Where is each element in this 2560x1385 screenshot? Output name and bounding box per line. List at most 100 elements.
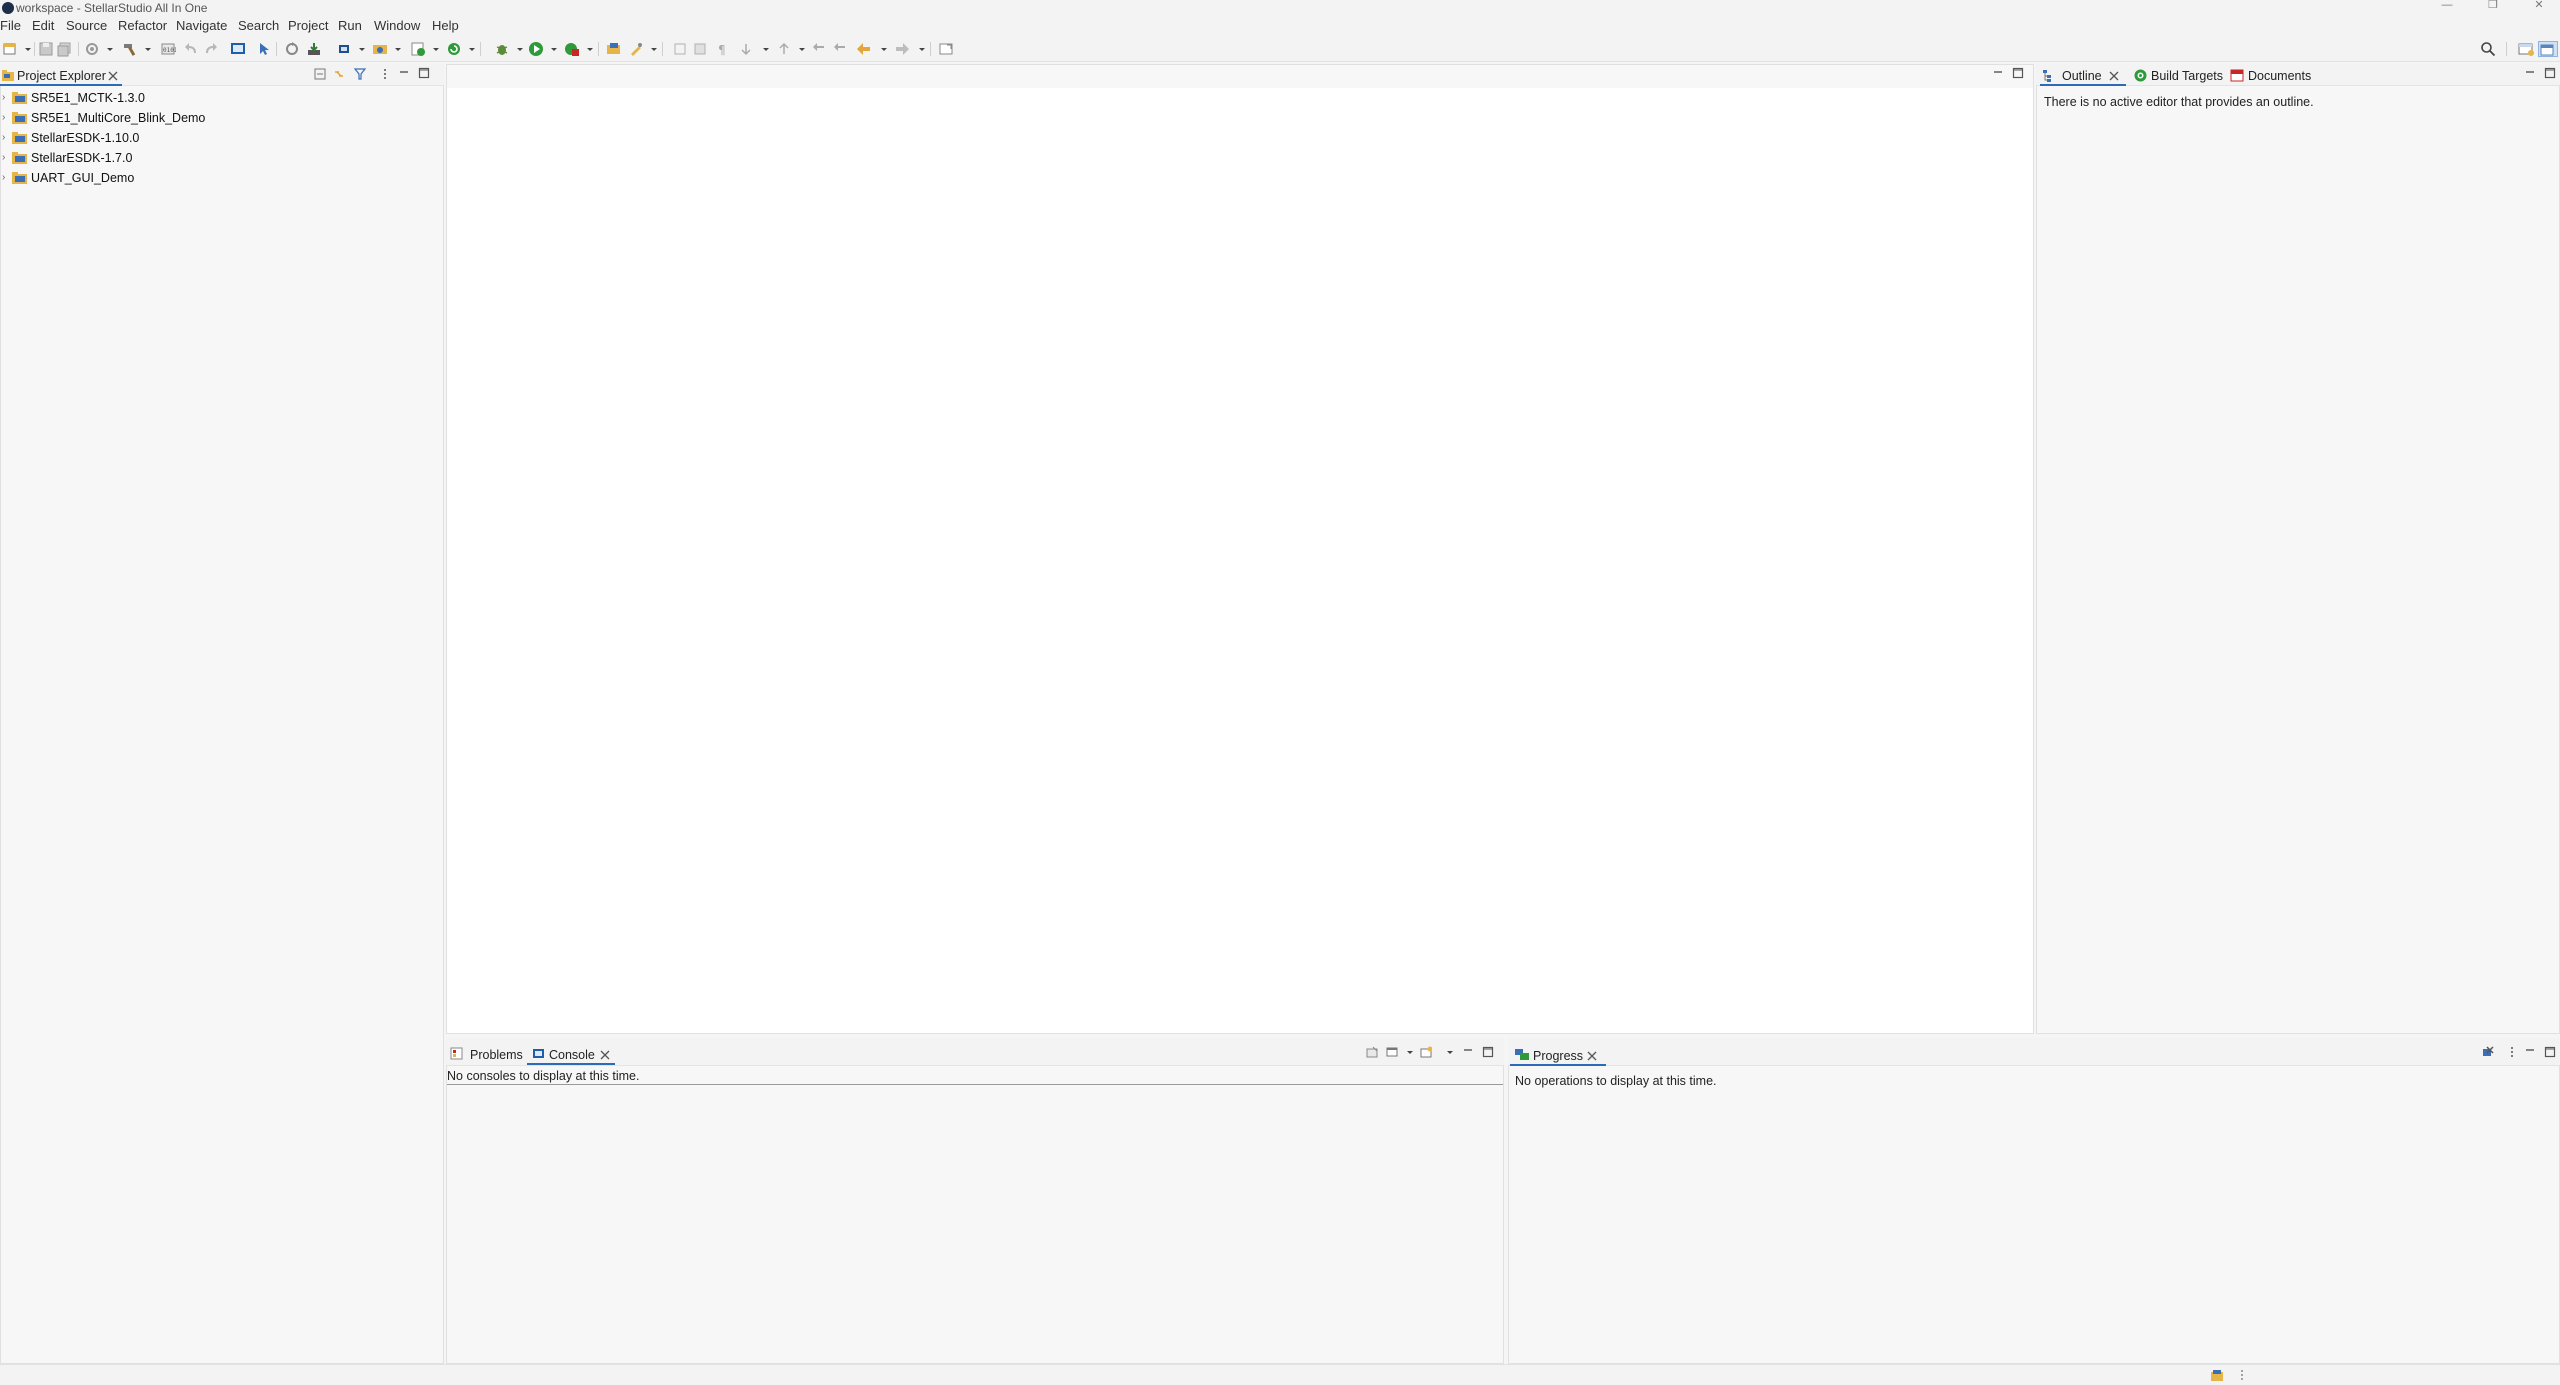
next-annotation-dropdown-chevron-icon[interactable] [758,41,769,57]
back-dropdown-chevron-icon[interactable] [876,41,887,57]
collapse-all-icon[interactable] [314,68,326,80]
open-perspective-icon[interactable] [2518,41,2534,57]
back-icon[interactable] [856,41,872,57]
tab-console-label[interactable]: Console [549,1047,595,1063]
build-dropdown-chevron-icon[interactable] [102,41,113,57]
hammer-icon[interactable] [122,41,138,57]
reset-icon[interactable] [284,41,300,57]
folder-sync-dropdown-chevron-icon[interactable] [390,41,401,57]
minimize-icon[interactable] [398,66,410,78]
chevron-right-icon[interactable]: › [2,113,10,123]
debug-cursor-icon[interactable] [256,41,272,57]
tree-item-project[interactable]: › SR5E1_MultiCore_Blink_Demo [2,108,302,128]
chevron-right-icon[interactable]: › [2,173,10,183]
pin-editor-icon[interactable] [938,41,954,57]
search-icon[interactable] [2480,41,2496,57]
chevron-down-icon[interactable] [1444,1046,1453,1058]
chip-dropdown-chevron-icon[interactable] [354,41,365,57]
minimize-icon[interactable] [2524,66,2536,78]
tab-project-explorer-label[interactable]: Project Explorer [17,68,106,84]
menu-search[interactable]: Search [238,17,279,34]
new-dropdown-chevron-icon[interactable] [20,41,31,57]
save-icon[interactable] [38,41,54,57]
minimize-icon[interactable] [1992,66,2004,78]
menu-help[interactable]: Help [432,17,459,34]
menu-project[interactable]: Project [288,17,328,34]
tab-documents-label[interactable]: Documents [2248,68,2311,84]
undo-arrow-icon[interactable] [184,41,200,57]
editor-canvas[interactable] [447,88,2033,1033]
next-annotation-icon[interactable] [738,41,754,57]
background-tasks-icon[interactable] [2210,1368,2226,1382]
terminal-icon[interactable] [230,41,246,57]
cpp-perspective-icon[interactable] [2538,41,2558,57]
last-edit-location-icon[interactable] [812,41,828,57]
menu-navigate[interactable]: Navigate [176,17,227,34]
menu-run[interactable]: Run [338,17,362,34]
build-icon[interactable] [84,41,100,57]
close-icon[interactable] [1586,1050,1598,1062]
open-type-icon[interactable] [606,41,622,57]
download-icon[interactable] [306,41,322,57]
external-tools-dropdown-chevron-icon[interactable] [582,41,593,57]
tree-item-project[interactable]: › StellarESDK-1.7.0 [2,148,302,168]
binary-icon[interactable]: 0101 [160,41,176,57]
new-icon[interactable] [2,41,18,57]
show-whitespace-icon[interactable]: ¶ [714,41,730,57]
chevron-right-icon[interactable]: › [2,153,10,163]
debug-bug-icon[interactable] [494,41,510,57]
menu-file[interactable]: File [0,17,21,34]
close-icon[interactable] [599,1049,611,1061]
toggle-block-selection-icon[interactable] [692,41,708,57]
menu-source[interactable]: Source [66,17,107,34]
run-dropdown-chevron-icon[interactable] [546,41,557,57]
maximize-icon[interactable] [2544,67,2556,79]
hammer-dropdown-chevron-icon[interactable] [140,41,151,57]
close-icon[interactable] [107,70,119,82]
tab-problems-label[interactable]: Problems [470,1047,523,1063]
tab-build-targets-label[interactable]: Build Targets [2151,68,2223,84]
remove-all-finished-icon[interactable] [2482,1046,2494,1058]
chip-icon[interactable] [336,41,352,57]
filter-icon[interactable] [354,68,366,80]
window-close-button[interactable]: ✕ [2516,0,2560,16]
display-selected-console-icon[interactable] [1386,1046,1398,1058]
folder-sync-icon[interactable] [372,41,388,57]
search-pen-icon[interactable] [628,41,644,57]
view-menu-icon[interactable] [2506,1046,2513,1058]
minimize-icon[interactable] [2524,1044,2536,1056]
tree-item-project[interactable]: › UART_GUI_Demo [2,168,302,188]
refresh-dropdown-chevron-icon[interactable] [464,41,475,57]
tab-progress-label[interactable]: Progress [1533,1048,1583,1064]
menu-refactor[interactable]: Refactor [118,17,167,34]
new-class-dropdown-chevron-icon[interactable] [428,41,439,57]
new-class-icon[interactable] [410,41,426,57]
back-history-icon[interactable] [832,41,848,57]
chevron-right-icon[interactable]: › [2,93,10,103]
tree-item-project[interactable]: › SR5E1_MCTK-1.3.0 [2,88,302,108]
forward-icon[interactable] [894,41,910,57]
tab-outline-label[interactable]: Outline [2062,68,2102,84]
open-console-icon[interactable] [1420,1046,1432,1058]
maximize-icon[interactable] [418,67,430,79]
previous-annotation-dropdown-chevron-icon[interactable] [794,41,805,57]
toggle-mark-occurrences-icon[interactable] [672,41,688,57]
status-bar-grip[interactable] [2240,1368,2244,1382]
search-pen-dropdown-chevron-icon[interactable] [646,41,657,57]
view-menu-icon[interactable] [379,68,386,80]
chevron-down-icon[interactable] [1404,1046,1413,1058]
link-with-editor-icon[interactable] [333,68,345,80]
save-all-icon[interactable] [56,41,72,57]
previous-annotation-icon[interactable] [776,41,792,57]
minimize-icon[interactable] [1462,1044,1474,1056]
window-restore-button[interactable]: ❐ [2470,0,2516,16]
debug-dropdown-chevron-icon[interactable] [512,41,523,57]
maximize-icon[interactable] [2012,67,2024,79]
menu-edit[interactable]: Edit [32,17,54,34]
refresh-green-icon[interactable] [446,41,462,57]
tree-item-project[interactable]: › StellarESDK-1.10.0 [2,128,302,148]
external-tools-icon[interactable] [564,41,580,57]
close-icon[interactable] [2108,70,2120,82]
menu-window[interactable]: Window [374,17,420,34]
maximize-icon[interactable] [2544,1046,2556,1058]
